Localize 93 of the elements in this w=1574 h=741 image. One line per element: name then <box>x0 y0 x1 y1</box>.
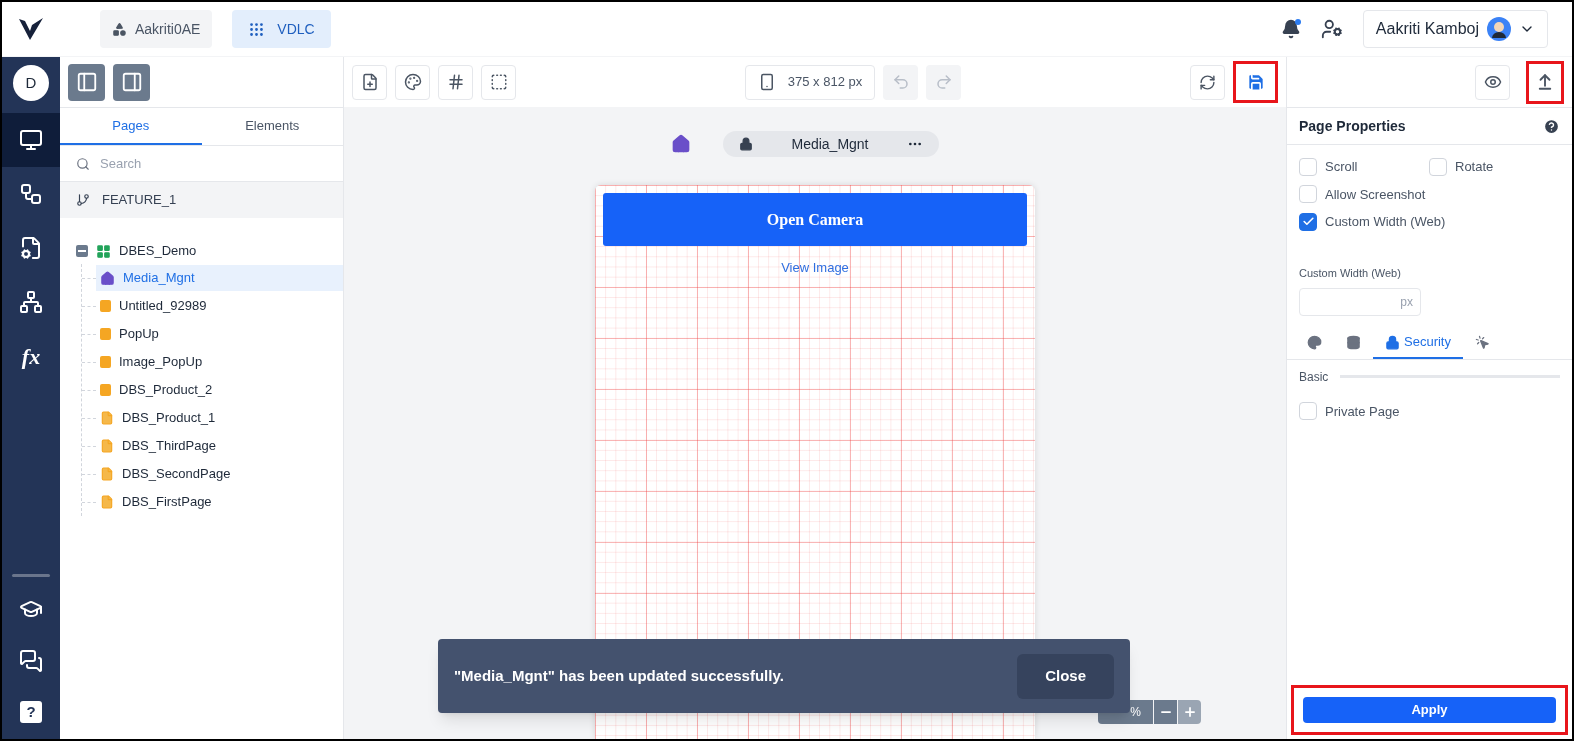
width-field[interactable] <box>1299 287 1421 316</box>
eye-icon <box>1483 73 1502 91</box>
branch-icon <box>76 193 90 207</box>
upload-icon <box>1536 73 1554 91</box>
tree-item[interactable]: DBS_Product_1 <box>96 405 343 431</box>
nav-item[interactable] <box>2 113 60 167</box>
app-icon <box>96 243 111 259</box>
help-button[interactable]: ? <box>20 701 42 723</box>
zoom-out-button[interactable] <box>1154 700 1177 724</box>
notification-bell-icon[interactable] <box>1280 19 1301 39</box>
plus-icon <box>1182 705 1197 719</box>
refresh-icon <box>1199 73 1216 91</box>
view-image-link[interactable]: View Image <box>781 258 849 278</box>
page-name-pill[interactable]: Media_Mgnt <box>723 131 939 157</box>
user-menu[interactable]: Aakriti Kamboj <box>1362 10 1548 48</box>
branch-name: FEATURE_1 <box>102 191 177 210</box>
checkbox-label: Rotate <box>1455 158 1494 176</box>
toast-message: "Media_Mgnt" has been updated successfully. <box>454 665 784 686</box>
preview-button[interactable] <box>1475 64 1510 100</box>
panel-tab[interactable]: Elements <box>201 108 343 145</box>
tree-item[interactable]: DBES_Demo <box>119 241 197 261</box>
save-button[interactable] <box>1233 61 1278 103</box>
events-icon <box>1474 334 1490 350</box>
redo-icon <box>934 73 953 91</box>
security-icon <box>1385 334 1400 350</box>
avatar <box>1487 17 1511 41</box>
lock-icon <box>739 137 753 151</box>
device-size[interactable]: 375 x 812 px <box>744 64 876 100</box>
workflow-icon <box>19 182 43 206</box>
open-camera-button[interactable]: Open Camera <box>603 193 1027 246</box>
chat-icon[interactable] <box>19 649 43 673</box>
user-settings-icon[interactable] <box>1320 18 1343 40</box>
panel-tab[interactable]: Pages <box>60 108 202 145</box>
panel-left-icon <box>75 71 98 93</box>
grid-lines-button[interactable] <box>438 64 473 100</box>
search-icon <box>76 156 90 171</box>
checkbox[interactable] <box>1299 212 1317 231</box>
tree-item[interactable]: DBS_ThirdPage <box>96 433 343 459</box>
square-icon <box>100 356 111 368</box>
add-page-button[interactable] <box>352 64 387 100</box>
apply-button[interactable]: Apply <box>1303 697 1556 723</box>
user-avatar[interactable]: D <box>13 65 49 101</box>
section-label: Basic <box>1299 368 1329 386</box>
tree-item[interactable]: DBS_Product_2 <box>96 377 343 403</box>
layout-button[interactable] <box>481 64 516 100</box>
undo-icon <box>891 73 910 91</box>
property-tab[interactable]: Security <box>1373 327 1463 359</box>
file-icon <box>100 439 114 453</box>
checkbox-label: Scroll <box>1325 158 1358 176</box>
file-icon <box>100 411 114 425</box>
form-icon <box>19 236 43 260</box>
logo <box>18 17 44 41</box>
right-panel-toggle[interactable] <box>113 63 150 101</box>
panel-right-icon <box>120 71 143 93</box>
checkbox-label: Allow Screenshot <box>1325 185 1426 204</box>
integration-icon <box>19 290 43 314</box>
unit-label: px <box>1400 293 1413 311</box>
grid-lines-icon <box>446 73 465 91</box>
search-field[interactable]: Search <box>68 149 335 178</box>
publish-button[interactable] <box>1526 60 1564 104</box>
add-page-icon <box>360 73 379 91</box>
workspace-button[interactable]: Aakriti0AE <box>100 10 213 48</box>
palette-icon <box>403 73 422 91</box>
file-icon <box>100 467 114 481</box>
minus-icon <box>78 250 86 252</box>
home-icon <box>671 134 691 154</box>
refresh-button[interactable] <box>1190 64 1225 100</box>
tree-item[interactable]: Image_PopUp <box>96 349 343 375</box>
design-icon <box>19 128 43 152</box>
panel-title: Page Properties <box>1299 116 1406 136</box>
tree-item[interactable]: Media_Mgnt <box>96 265 343 291</box>
checkbox-label: Private Page <box>1325 402 1400 421</box>
tree-item[interactable]: DBS_SecondPage <box>96 461 343 487</box>
help-icon[interactable] <box>1543 117 1560 135</box>
close-button[interactable]: Close <box>1017 653 1114 699</box>
app-tab[interactable]: VDLC <box>232 10 331 48</box>
square-icon <box>100 328 111 340</box>
left-panel-toggle[interactable] <box>68 63 105 101</box>
layout-icon <box>489 73 508 91</box>
grid-icon <box>248 20 266 38</box>
nav-item[interactable]: fx <box>2 329 60 383</box>
square-icon <box>100 300 111 312</box>
data-icon <box>1346 334 1361 350</box>
tree-item[interactable]: DBS_FirstPage <box>96 489 343 515</box>
collapse-toggle[interactable] <box>76 245 88 257</box>
checkbox-label: Custom Width (Web) <box>1325 213 1446 231</box>
field-label: Custom Width (Web) <box>1299 266 1401 279</box>
square-icon <box>100 384 111 396</box>
file-icon <box>100 495 114 509</box>
tree-item[interactable]: Untitled_92989 <box>96 293 343 319</box>
palette-button[interactable] <box>395 64 430 100</box>
home-icon <box>100 270 115 286</box>
tree-item[interactable]: PopUp <box>96 321 343 347</box>
